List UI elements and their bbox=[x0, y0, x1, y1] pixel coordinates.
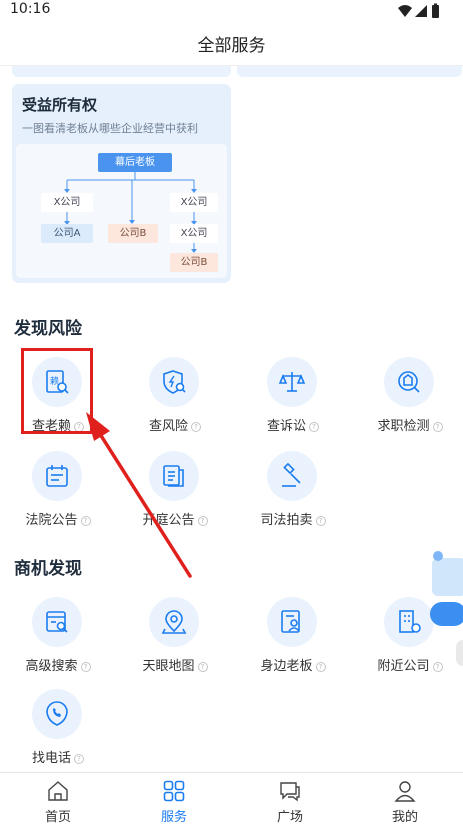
diagram-node-x-company: X公司 bbox=[170, 224, 218, 243]
help-icon[interactable]: ? bbox=[80, 516, 91, 526]
scroll-indicator[interactable] bbox=[456, 640, 463, 666]
service-find-phone[interactable]: 找电话? bbox=[8, 689, 108, 775]
beneficial-ownership-card[interactable]: 受益所有权 一图看清老板从哪些企业经营中获利 幕后老板 X公司 X公司 公司A … bbox=[12, 84, 231, 283]
nearby-boss-icon bbox=[267, 597, 317, 647]
help-icon[interactable]: ? bbox=[191, 422, 201, 432]
phone-icon bbox=[32, 689, 82, 739]
nav-label: 广场 bbox=[276, 810, 303, 825]
service-label: 查风险 bbox=[148, 419, 188, 434]
service-advanced-search[interactable]: 高级搜索? bbox=[8, 597, 108, 683]
nav-item-profile[interactable]: 我的 bbox=[347, 773, 463, 828]
job-check-icon bbox=[384, 357, 434, 407]
advanced-search-icon bbox=[32, 597, 82, 647]
service-label: 查诉讼 bbox=[266, 419, 306, 434]
service-map[interactable]: 天眼地图? bbox=[125, 597, 225, 683]
help-icon[interactable]: ? bbox=[197, 662, 208, 672]
auction-gavel-icon bbox=[267, 451, 317, 501]
page-title: 全部服务 bbox=[197, 36, 266, 56]
service-risk[interactable]: 查风险? bbox=[125, 357, 225, 443]
help-icon[interactable]: ? bbox=[432, 422, 443, 432]
status-icons bbox=[398, 3, 439, 18]
profile-icon bbox=[394, 781, 416, 802]
promo-float-badge[interactable] bbox=[428, 548, 463, 628]
nav-label: 服务 bbox=[160, 810, 187, 825]
service-label: 附近公司 bbox=[377, 659, 430, 674]
nav-item-square[interactable]: 广场 bbox=[232, 773, 348, 828]
signal-icon bbox=[415, 5, 427, 17]
service-lawsuit[interactable]: 查诉讼? bbox=[243, 357, 343, 443]
diagram-node-company-a: 公司A bbox=[41, 224, 93, 243]
diagram-node-x-company: X公司 bbox=[41, 193, 93, 212]
previous-card-left[interactable] bbox=[12, 66, 231, 77]
risk-shield-icon bbox=[149, 357, 199, 407]
section-title-risk: 发现风险 bbox=[14, 319, 82, 339]
highlight-box bbox=[21, 348, 93, 434]
feature-card-title: 受益所有权 bbox=[22, 96, 98, 114]
service-label: 法院公告 bbox=[25, 513, 78, 528]
lawsuit-scale-icon bbox=[267, 357, 317, 407]
service-label: 天眼地图 bbox=[142, 659, 195, 674]
service-nearby-boss[interactable]: 身边老板? bbox=[243, 597, 343, 683]
diagram-node-boss: 幕后老板 bbox=[98, 153, 172, 172]
status-time: 10:16 bbox=[10, 1, 51, 17]
top-bar: 全部服务 bbox=[0, 22, 463, 66]
nav-item-home[interactable]: 首页 bbox=[0, 773, 116, 828]
help-icon[interactable]: ? bbox=[197, 516, 208, 526]
diagram-node-company-b: 公司B bbox=[170, 253, 218, 272]
service-label: 找电话 bbox=[31, 751, 71, 766]
service-label: 身边老板 bbox=[260, 659, 313, 674]
ownership-diagram: 幕后老板 X公司 X公司 公司A 公司B X公司 公司B bbox=[16, 144, 227, 278]
help-icon[interactable]: ? bbox=[80, 662, 91, 672]
help-icon[interactable]: ? bbox=[315, 516, 326, 526]
nav-label: 我的 bbox=[391, 810, 418, 825]
section-title-business: 商机发现 bbox=[14, 559, 82, 579]
service-job-check[interactable]: 求职检测? bbox=[360, 357, 460, 443]
home-icon bbox=[48, 781, 68, 801]
previous-card-right[interactable] bbox=[237, 66, 462, 77]
services-grid-icon bbox=[163, 780, 185, 802]
diagram-node-x-company: X公司 bbox=[170, 193, 218, 212]
service-label: 开庭公告 bbox=[142, 513, 195, 528]
nav-item-services[interactable]: 服务 bbox=[116, 773, 232, 828]
help-icon[interactable]: ? bbox=[74, 754, 84, 764]
nearby-company-icon bbox=[384, 597, 434, 647]
bottom-nav: 首页 服务 广场 我的 bbox=[0, 772, 463, 828]
service-court-notice[interactable]: 法院公告? bbox=[8, 451, 108, 537]
help-icon[interactable]: ? bbox=[432, 662, 443, 672]
square-chat-icon bbox=[280, 782, 300, 802]
service-judicial-auction[interactable]: 司法拍卖? bbox=[243, 451, 343, 537]
hearing-document-icon bbox=[149, 451, 199, 501]
battery-icon bbox=[432, 5, 439, 18]
service-hearing-notice[interactable]: 开庭公告? bbox=[125, 451, 225, 537]
help-icon[interactable]: ? bbox=[315, 662, 326, 672]
service-label: 求职检测 bbox=[377, 419, 430, 434]
service-label: 高级搜索 bbox=[25, 659, 78, 674]
nav-label: 首页 bbox=[44, 810, 71, 825]
map-pin-icon bbox=[149, 597, 199, 647]
service-label: 司法拍卖 bbox=[260, 513, 313, 528]
wifi-icon bbox=[398, 5, 412, 17]
diagram-node-company-b: 公司B bbox=[108, 224, 158, 243]
status-bar: 10:16 bbox=[0, 0, 463, 22]
help-icon[interactable]: ? bbox=[309, 422, 319, 432]
court-calendar-icon bbox=[32, 451, 82, 501]
feature-card-subtitle: 一图看清老板从哪些企业经营中获利 bbox=[22, 122, 198, 135]
